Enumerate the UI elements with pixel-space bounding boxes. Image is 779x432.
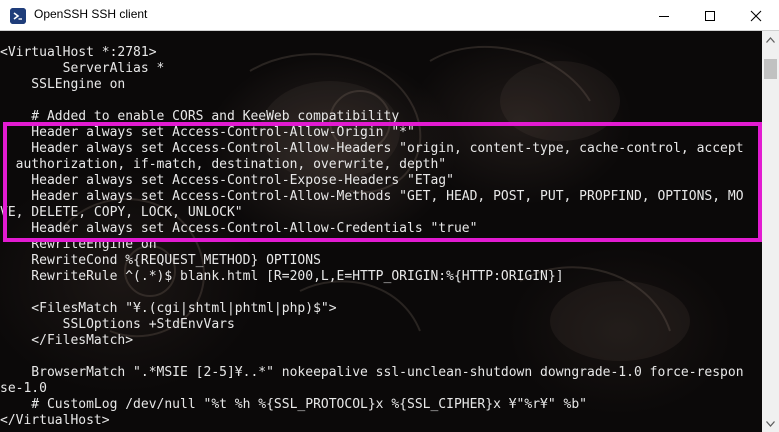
console-line: RewriteCond %{REQUEST_METHOD} OPTIONS	[0, 253, 321, 268]
title-bar[interactable]: OpenSSH SSH client	[0, 0, 779, 31]
console-line: ServerAlias *	[0, 61, 165, 76]
console-line: </VirtualHost>	[0, 413, 110, 428]
console-lines: <VirtualHost *:2781> ServerAlias * SSLEn…	[0, 45, 744, 429]
scroll-down-button[interactable]	[762, 415, 779, 432]
powershell-icon	[10, 8, 26, 24]
minimize-button[interactable]	[641, 0, 687, 31]
console-line: SSLOptions +StdEnvVars	[0, 317, 235, 332]
scroll-down-arrow-icon	[766, 420, 775, 427]
scroll-up-button[interactable]	[762, 31, 779, 48]
console-line: se-1.0	[0, 381, 47, 396]
close-button[interactable]	[733, 0, 779, 31]
console-line: </FilesMatch>	[0, 333, 134, 348]
minimize-icon	[659, 15, 669, 17]
scroll-up-arrow-icon	[766, 36, 775, 43]
scroll-thumb[interactable]	[764, 59, 777, 79]
console-line: Header always set Access-Control-Allow-M…	[0, 189, 744, 204]
window-title: OpenSSH SSH client	[34, 7, 148, 21]
close-icon	[750, 10, 762, 21]
console-line: VE, DELETE, COPY, LOCK, UNLOCK"	[0, 205, 243, 220]
console-line: <VirtualHost *:2781>	[0, 45, 157, 60]
console-line: # CustomLog /dev/null "%t %h %{SSL_PROTO…	[0, 397, 587, 412]
maximize-button[interactable]	[687, 0, 733, 31]
console-line: <FilesMatch "¥.(cgi|shtml|phtml|php)$">	[0, 301, 337, 316]
console-line: RewriteEngine on	[0, 237, 157, 252]
maximize-icon	[705, 10, 715, 21]
terminal-output[interactable]: <VirtualHost *:2781> ServerAlias * SSLEn…	[0, 31, 779, 432]
ssh-client-window: OpenSSH SSH client <VirtualHost *:2781> …	[0, 0, 779, 432]
vertical-scrollbar[interactable]	[762, 31, 779, 432]
console-line: Header always set Access-Control-Allow-O…	[0, 125, 415, 140]
console-line: # Added to enable CORS and KeeWeb compat…	[0, 109, 400, 124]
console-line: Header always set Access-Control-Expose-…	[0, 173, 454, 188]
console-line: authorization, if-match, destination, ov…	[0, 157, 447, 172]
console-line: SSLEngine on	[0, 77, 126, 92]
console-line: Header always set Access-Control-Allow-H…	[0, 141, 744, 156]
console-line: Header always set Access-Control-Allow-C…	[0, 221, 478, 236]
console-line: RewriteRule ^(.*)$ blank.html [R=200,L,E…	[0, 269, 564, 284]
console-line: BrowserMatch ".*MSIE [2-5]¥..*" nokeepal…	[0, 365, 744, 380]
